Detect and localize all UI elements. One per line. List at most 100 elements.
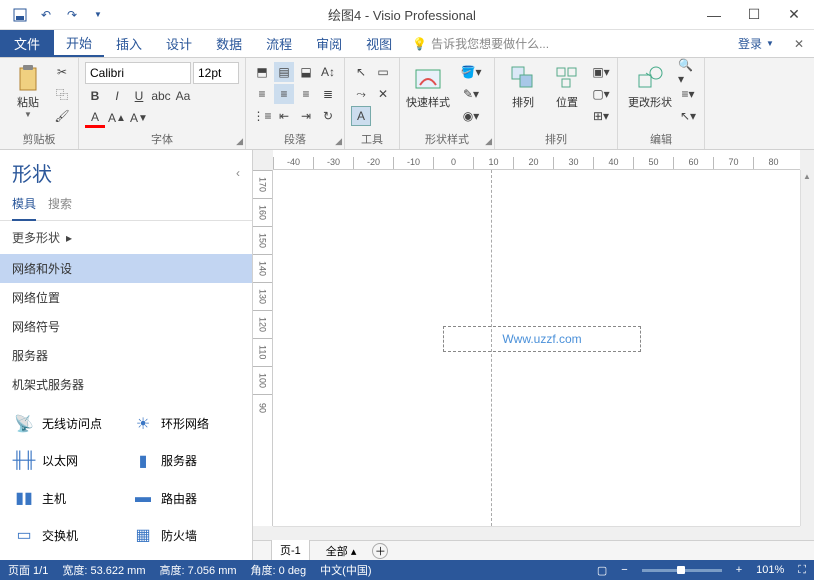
align-right-icon[interactable]: ≡ — [296, 84, 316, 104]
cat-network-periph[interactable]: 网络和外设 — [0, 254, 252, 283]
vertical-scrollbar[interactable] — [800, 170, 814, 526]
ruler-horizontal[interactable]: -40-30-20-1001020304050607080 — [273, 150, 800, 170]
shrink-font-button[interactable]: A▼ — [129, 108, 149, 128]
bold-button[interactable]: B — [85, 86, 105, 106]
fill-button[interactable]: 🪣▾ — [454, 62, 488, 82]
redo-icon[interactable]: ↷ — [60, 3, 84, 27]
align-bottom-icon[interactable]: ⬓ — [296, 62, 316, 82]
group-icon[interactable]: ⊞▾ — [591, 106, 611, 126]
zoom-out-button[interactable]: − — [621, 564, 627, 576]
tab-data[interactable]: 数据 — [204, 30, 254, 57]
underline-button[interactable]: U — [129, 86, 149, 106]
align-top-icon[interactable]: ⬒ — [252, 62, 272, 82]
align-center-icon[interactable]: ≡ — [274, 84, 294, 104]
bullets-icon[interactable]: ⋮≡ — [252, 106, 272, 126]
qat-dropdown-icon[interactable]: ▼ — [86, 3, 110, 27]
drawing-canvas[interactable]: Www.uzzf.com — [273, 170, 800, 526]
stencil-shape[interactable]: ☀环形网络 — [127, 407, 244, 440]
zoom-in-button[interactable]: + — [736, 564, 742, 576]
more-shapes-button[interactable]: 更多形状▸ — [0, 221, 252, 254]
ruler-vertical[interactable]: 17016015014013012011010090 — [253, 170, 273, 526]
fit-window-icon[interactable]: ⛶ — [798, 564, 806, 577]
indent-left-icon[interactable]: ⇤ — [274, 106, 294, 126]
text-tool-icon[interactable]: A — [351, 106, 371, 126]
login-button[interactable]: 登录▼ — [728, 30, 784, 57]
effects-button[interactable]: ◉▾ — [454, 106, 488, 126]
zoom-slider[interactable] — [642, 569, 722, 572]
font-color-button[interactable]: A — [85, 108, 105, 128]
save-icon[interactable] — [8, 3, 32, 27]
stencil-shape[interactable]: ▭交换机 — [8, 519, 125, 552]
macro-record-icon[interactable]: ▢ — [597, 564, 607, 577]
tell-me-box[interactable]: 💡告诉我您想要做什么... — [412, 30, 549, 57]
align-left-icon[interactable]: ≡ — [252, 84, 272, 104]
tab-search[interactable]: 搜索 — [48, 195, 72, 212]
tab-insert[interactable]: 插入 — [104, 30, 154, 57]
justify-icon[interactable]: ≣ — [318, 84, 338, 104]
stencil-shape[interactable]: ▮服务器 — [127, 444, 244, 477]
indent-right-icon[interactable]: ⇥ — [296, 106, 316, 126]
cat-rack-server[interactable]: 机架式服务器 — [0, 370, 252, 399]
close-button[interactable]: ✕ — [774, 0, 814, 30]
minimize-button[interactable]: — — [694, 0, 734, 30]
position-button[interactable]: 位置 — [545, 62, 589, 110]
format-painter-icon[interactable]: 🖌 — [52, 106, 72, 126]
grow-font-button[interactable]: A▲ — [107, 108, 127, 128]
font-name-select[interactable] — [85, 62, 191, 84]
group-paragraph: ⬒ ▤ ⬓ A↕ ≡ ≡ ≡ ≣ ⋮≡ ⇤ ⇥ ↻ 段落 ◢ — [246, 58, 345, 149]
stencil-shape[interactable]: ▦防火墙 — [127, 519, 244, 552]
change-shape-button[interactable]: 更改形状 — [624, 62, 676, 110]
stencil-shape[interactable]: ▬路由器 — [127, 482, 244, 515]
font-size-select[interactable] — [193, 62, 239, 84]
collapse-ribbon-icon[interactable]: ✕ — [784, 30, 814, 57]
maximize-button[interactable]: ☐ — [734, 0, 774, 30]
font-dialog-icon[interactable]: ◢ — [236, 136, 243, 147]
horizontal-scrollbar[interactable] — [273, 526, 800, 540]
zoom-value[interactable]: 101% — [756, 564, 784, 576]
rotate-text-icon[interactable]: ↻ — [318, 106, 338, 126]
page-tab[interactable]: 页-1 — [271, 540, 310, 561]
copy-icon[interactable]: ⿻ — [52, 84, 72, 104]
tab-view[interactable]: 视图 — [354, 30, 404, 57]
select-icon[interactable]: ↖▾ — [678, 106, 698, 126]
delete-tool-icon[interactable]: ✕ — [373, 84, 393, 104]
add-page-button[interactable]: ＋ — [372, 543, 388, 559]
paste-button[interactable]: 粘贴 ▼ — [6, 62, 50, 119]
cat-network-sym[interactable]: 网络符号 — [0, 312, 252, 341]
find-icon[interactable]: 🔍▾ — [678, 62, 698, 82]
align-middle-icon[interactable]: ▤ — [274, 62, 294, 82]
paragraph-dialog-icon[interactable]: ◢ — [335, 136, 342, 147]
send-back-icon[interactable]: ▢▾ — [591, 84, 611, 104]
tab-process[interactable]: 流程 — [254, 30, 304, 57]
stencil-shape[interactable]: ▮▮主机 — [8, 482, 125, 515]
cut-icon[interactable]: ✂ — [52, 62, 72, 82]
tab-file[interactable]: 文件 — [0, 30, 54, 57]
ruler-tick: 170 — [253, 170, 272, 198]
cat-server[interactable]: 服务器 — [0, 341, 252, 370]
italic-button[interactable]: I — [107, 86, 127, 106]
shapestyles-dialog-icon[interactable]: ◢ — [485, 136, 492, 147]
tab-review[interactable]: 审阅 — [304, 30, 354, 57]
undo-icon[interactable]: ↶ — [34, 3, 58, 27]
tab-home[interactable]: 开始 — [54, 30, 104, 57]
case-button[interactable]: Aa — [173, 86, 193, 106]
stencil-shape[interactable]: ╫╫以太网 — [8, 444, 125, 477]
rectangle-tool-icon[interactable]: ▭ — [373, 62, 393, 82]
connector-tool-icon[interactable]: ⤳ — [351, 84, 371, 104]
collapse-panel-icon[interactable]: ‹ — [236, 166, 240, 180]
firewall-icon: ▦ — [131, 523, 155, 547]
stencil-shape[interactable]: 📡无线访问点 — [8, 407, 125, 440]
cat-network-loc[interactable]: 网络位置 — [0, 283, 252, 312]
text-selection-box[interactable]: Www.uzzf.com — [443, 326, 641, 352]
pointer-tool-icon[interactable]: ↖ — [351, 62, 371, 82]
arrange-button[interactable]: 排列 — [501, 62, 545, 110]
all-pages-button[interactable]: 全部 ▴ — [326, 543, 357, 559]
tab-design[interactable]: 设计 — [154, 30, 204, 57]
text-direction-icon[interactable]: A↕ — [318, 62, 338, 82]
tab-stencil[interactable]: 模具 — [12, 195, 36, 221]
quick-styles-button[interactable]: 快速样式 — [406, 62, 450, 110]
bring-front-icon[interactable]: ▣▾ — [591, 62, 611, 82]
strike-button[interactable]: abc — [151, 86, 171, 106]
layers-icon[interactable]: ≡▾ — [678, 84, 698, 104]
line-button[interactable]: ✎▾ — [454, 84, 488, 104]
